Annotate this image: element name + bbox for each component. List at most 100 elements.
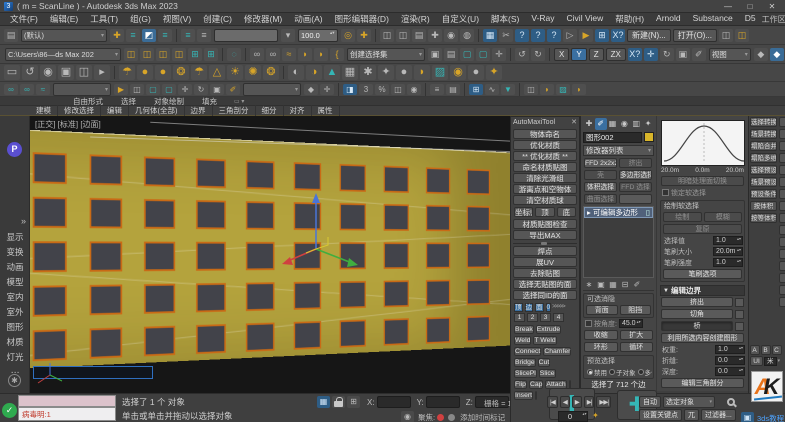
free-light-icon[interactable]: △ [209,65,225,80]
sidebar-category[interactable]: 灯光 [0,350,30,365]
selected-object-select[interactable]: 选定对象 ▾ [663,396,715,408]
menu-item[interactable]: 脚本(S) [485,13,525,25]
poly-op-button[interactable]: Bridge [514,358,536,367]
pivot-diamond-icon[interactable]: ◆ [304,84,318,95]
radio-subobject[interactable] [609,369,615,375]
paint-select-icon[interactable]: ▶ [579,29,593,42]
ribbon-panel[interactable]: 对齐 [284,105,312,116]
link-constraint-icon[interactable]: ∞ [4,84,18,95]
automax-button[interactable]: 清空材质球 [513,195,577,205]
facade-window[interactable] [33,241,67,272]
mirror-small-icon[interactable]: ◫ [391,84,405,95]
set-key-button[interactable]: 设置关键点 [639,409,682,421]
facade-window[interactable] [384,280,409,307]
grid-icon[interactable]: ⊞ [347,396,360,408]
plugin-button[interactable]: 重置 [779,153,785,163]
cursor-icon[interactable]: ▶ [114,84,128,95]
name-select-icon[interactable]: ◫ [130,84,144,95]
plugin-button[interactable]: 翻转 [779,165,785,175]
project-path-select[interactable]: C:\Users\86—ds Max 202▾ [5,48,121,61]
facade-window[interactable] [144,156,175,186]
facade-window[interactable] [144,326,175,357]
plugin-button[interactable]: 选择转换 [750,117,777,127]
bridge-settings-button[interactable] [735,322,744,331]
reference-coordsys-select[interactable]: 视图▾ [709,48,751,61]
list-icon[interactable]: ▤ [412,29,426,42]
film-icon[interactable]: ▸ [94,65,110,80]
render-teapot-icon[interactable]: ◗ [414,65,430,80]
poly-op-button[interactable]: Break [514,325,534,334]
automax-button[interactable]: 选择同ID的面 [513,290,577,300]
auto-key-button[interactable]: 自动 [639,396,661,408]
move-icon[interactable]: ✛ [492,48,506,61]
maximize-button[interactable]: □ [739,1,761,12]
plugin-button[interactable]: 材质 [779,237,785,247]
automax-button[interactable]: 坐标归零 [514,207,533,217]
automax-button[interactable]: 物体命名 [513,129,577,139]
loop-button[interactable]: 循环 [620,342,654,352]
rect-region-icon[interactable]: ▢ [460,48,474,61]
automax-button[interactable]: 优化材质 [513,140,577,150]
modifier-preset-button[interactable]: 体积选择 [584,182,617,192]
modifier-list-select[interactable]: 修改器列表 ▾ [583,145,654,156]
facade-window[interactable] [33,329,67,361]
ribbon-panel[interactable]: 三角剖分 [213,105,256,116]
redo-icon[interactable]: ↻ [531,48,545,61]
plugin-button[interactable]: 组 [779,189,785,199]
select-by-name-icon[interactable]: ▤ [444,48,458,61]
crease-field[interactable]: 0.0 [715,356,745,365]
angle-value-field[interactable]: 45.0 [619,319,643,328]
shaded-face-toggle-button[interactable]: 明暗处理面切换 [661,176,744,186]
placement-icon[interactable]: ✐ [692,48,706,61]
redo-scene-icon[interactable]: ◫ [140,48,154,61]
y-coordinate-field[interactable] [426,396,460,408]
transform-gizmo[interactable] [270,191,362,279]
shadow-icon[interactable]: ◐ [288,65,304,80]
facade-window[interactable] [33,152,67,184]
spot-light-icon[interactable]: ● [155,65,171,80]
link-chain-icon[interactable]: ∞ [20,84,34,95]
abc-button[interactable]: A [750,345,760,355]
ribbon-panel[interactable]: 建模 [30,105,58,116]
sidebar-category[interactable]: 显示 [0,230,30,245]
plugin-button[interactable]: 清理 [779,249,785,259]
render-last-icon[interactable]: ◉ [450,65,466,80]
automax-button[interactable]: 游离点和空物体 [513,184,577,194]
pen-icon[interactable]: ✐ [226,84,240,95]
grid-toggle-icon[interactable]: ▦ [483,29,497,42]
command-panel-tab[interactable]: ▥ [630,118,642,130]
plugin-button[interactable]: 图层 [779,225,785,235]
poly-op-button[interactable]: Cut [538,358,551,367]
listener-icon[interactable]: ◉ [401,411,414,422]
sidebar-category[interactable]: 变换 [0,245,30,260]
poly-op-button[interactable]: Connect [514,347,541,356]
shrink-button[interactable]: 收缩 [584,330,618,340]
stack-tool-icon[interactable]: ▣ [595,279,607,290]
current-frame-field[interactable]: 0 [558,411,588,422]
command-panel-tab[interactable]: ▦ [607,118,619,130]
menu-item[interactable]: 工具(T) [84,13,124,25]
snap-toggle-icon[interactable]: ⊞ [188,48,202,61]
playback-button[interactable]: ▶| [584,396,595,408]
level-button[interactable]: 4 [553,313,564,322]
facade-window[interactable] [467,279,490,305]
facade-window[interactable] [196,158,226,188]
layer-list-icon[interactable]: ≡ [158,29,172,42]
chamfer-button[interactable]: 切角 [661,309,733,319]
plugin-button[interactable]: 选择预设 [750,165,777,175]
facade-window[interactable] [246,282,275,311]
undo-scene-icon[interactable]: ◫ [124,48,138,61]
create-shape-button[interactable]: 利用所选内容创建图形 [661,333,744,343]
menu-item[interactable]: D5 [739,13,762,25]
filters-button[interactable]: 过滤器... [701,409,736,421]
subobject-button[interactable]: 面 [535,303,544,312]
plugin-button[interactable]: 堆栈 [779,177,785,187]
menu-item[interactable]: 动画(A) [288,13,328,25]
sphere-icon[interactable]: ● [468,65,484,80]
plus-icon[interactable]: ✚ [428,29,442,42]
poly-op-button[interactable]: Slice [539,369,556,378]
edit-triangulation-button[interactable]: 编辑三角剖分 [661,378,744,388]
revert-button[interactable]: 复原 [663,224,742,234]
key-filter-icon[interactable]: 兀 [684,409,699,421]
automax-button[interactable]: 去除贴图 [513,268,577,278]
